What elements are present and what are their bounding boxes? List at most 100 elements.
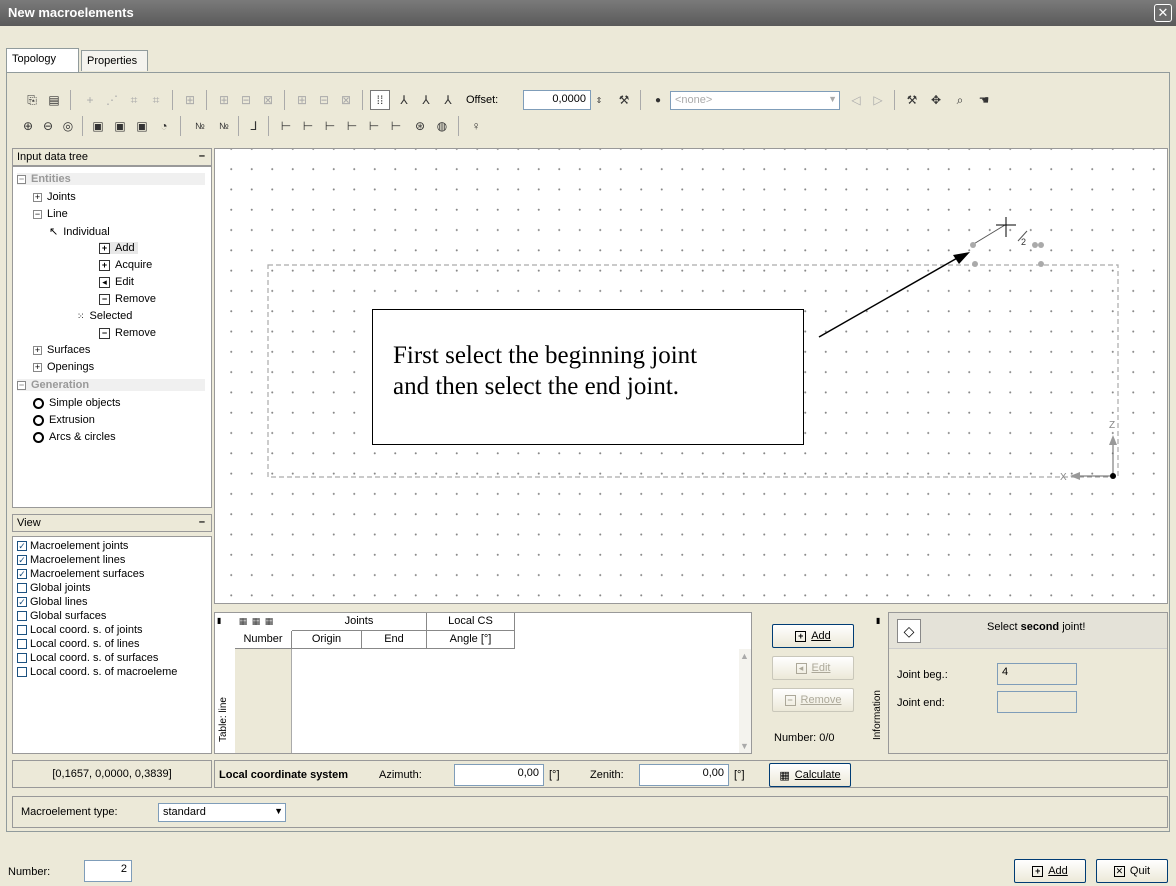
tree-item-acquire[interactable]: + Acquire	[99, 259, 152, 271]
tree-item-simple-objects[interactable]: Simple objects	[33, 397, 121, 409]
joint-point[interactable]	[970, 242, 976, 248]
table-remove-button[interactable]: − Remove	[772, 688, 854, 712]
checkbox-icon[interactable]	[17, 625, 27, 635]
view-3d-icon[interactable]: ⊛	[410, 116, 430, 136]
pick-icon[interactable]: ⚒	[614, 90, 634, 110]
prev-icon[interactable]: ◁	[846, 90, 866, 110]
checkbox-icon[interactable]	[17, 667, 27, 677]
azimuth-field[interactable]: 0,00	[454, 764, 544, 786]
checkbox-checked-icon[interactable]: ✓	[17, 541, 27, 551]
column-header-number[interactable]: Number	[235, 631, 292, 649]
tree-item-surfaces[interactable]: + Surfaces	[33, 344, 90, 356]
select-remove-icon[interactable]: ⊟	[314, 90, 334, 110]
view-option[interactable]: Local coord. s. of joints	[17, 624, 143, 636]
add-line-icon[interactable]: ⋰	[102, 90, 122, 110]
add-button[interactable]: + Add	[1014, 859, 1086, 883]
offset-field[interactable]: 0,0000	[523, 90, 591, 110]
paste-icon[interactable]: ▤	[44, 90, 64, 110]
checkbox-icon[interactable]	[17, 639, 27, 649]
number-field[interactable]: 2	[84, 860, 132, 882]
joint-beg-field[interactable]: 4	[997, 663, 1077, 685]
next-icon[interactable]: ▷	[868, 90, 888, 110]
pick-2-icon[interactable]: ⚒	[902, 90, 922, 110]
joint-end-field[interactable]	[997, 691, 1077, 713]
joint-point[interactable]	[972, 261, 978, 267]
joint-point[interactable]	[1038, 242, 1044, 248]
snap-axes-icon[interactable]: ⅄	[394, 90, 414, 110]
table-edit-button[interactable]: ◂ Edit	[772, 656, 854, 680]
view-option[interactable]: Local coord. s. of lines	[17, 638, 139, 650]
zoom-in-icon[interactable]: ⊕	[18, 116, 38, 136]
scroll-up-icon[interactable]: ▲	[740, 651, 749, 661]
tree-item-joints[interactable]: + Joints	[33, 191, 76, 203]
numbering-icon[interactable]: №	[190, 116, 210, 136]
snap-axes-3-icon[interactable]: ⅄	[438, 90, 458, 110]
zoom-out-icon[interactable]: ⊖	[38, 116, 58, 136]
tree-item-remove-selected[interactable]: − Remove	[99, 327, 156, 339]
calculate-button[interactable]: ▦ Calculate	[769, 763, 851, 787]
view-xz-icon[interactable]: ⊢	[298, 116, 318, 136]
view-option[interactable]: Local coord. s. of macroeleme	[17, 666, 177, 678]
tab-properties[interactable]: Properties	[81, 50, 148, 71]
column-header-end[interactable]: End	[362, 631, 427, 649]
checkbox-checked-icon[interactable]: ✓	[17, 555, 27, 565]
lightbulb-icon[interactable]: ♀	[466, 116, 486, 136]
numbering-2-icon[interactable]: №	[214, 116, 234, 136]
view-option[interactable]: ✓ Macroelement lines	[17, 554, 125, 566]
move-icon[interactable]: ✥	[926, 90, 946, 110]
view-option[interactable]: Global surfaces	[17, 610, 106, 622]
joint-point[interactable]	[1032, 242, 1038, 248]
zoom-select-icon[interactable]: ⌕	[950, 90, 970, 110]
tree-item-add[interactable]: + Add	[99, 242, 138, 254]
scroll-down-icon[interactable]: ▼	[740, 741, 749, 751]
tree-item-openings[interactable]: + Openings	[33, 361, 94, 373]
table-tool-3-icon[interactable]: ▦	[263, 614, 275, 628]
grip-icon[interactable]: ▮	[876, 616, 880, 625]
table-add-button[interactable]: + Add	[772, 624, 854, 648]
tab-topology[interactable]: Topology	[6, 48, 79, 72]
view-option[interactable]: Global joints	[17, 582, 91, 594]
table-remove-icon[interactable]: ⊟	[236, 90, 256, 110]
expand-icon[interactable]: +	[33, 192, 42, 202]
checkbox-checked-icon[interactable]: ✓	[17, 569, 27, 579]
checkbox-icon[interactable]	[17, 653, 27, 663]
table-add-icon[interactable]: ⊞	[214, 90, 234, 110]
tree-item-arcs-circles[interactable]: Arcs & circles	[33, 431, 116, 443]
add-joint-icon[interactable]: +	[80, 90, 100, 110]
layer-select[interactable]: <none> ▼	[670, 91, 840, 110]
select-all-icon[interactable]: ⊠	[336, 90, 356, 110]
snap-grid-icon[interactable]: ⁞⁞	[370, 90, 390, 110]
zoom-all-icon[interactable]: ▣	[110, 116, 130, 136]
view-xy-icon[interactable]: ⊢	[276, 116, 296, 136]
table-edit-icon[interactable]: ⊠	[258, 90, 278, 110]
checkbox-checked-icon[interactable]: ✓	[17, 597, 27, 607]
tree-item-edit[interactable]: ◂ Edit	[99, 276, 134, 288]
zenith-field[interactable]: 0,00	[639, 764, 729, 786]
zoom-fit-icon[interactable]: ▣	[132, 116, 152, 136]
offset-spinner-icon[interactable]: ⇕	[593, 90, 605, 110]
table-tool-1-icon[interactable]: ▦	[237, 614, 249, 628]
zoom-extent-icon[interactable]: ▣	[88, 116, 108, 136]
add-opening-icon[interactable]: ⌗	[146, 90, 166, 110]
tree-item-line[interactable]: − Line	[33, 208, 68, 220]
view-zy-icon[interactable]: ⊢	[386, 116, 406, 136]
tree-section-generation[interactable]: − Generation	[17, 379, 205, 391]
collapse-icon[interactable]: −	[17, 174, 26, 184]
tree-item-individual[interactable]: ↖ Individual	[49, 225, 110, 239]
view-yz-icon[interactable]: ⊢	[320, 116, 340, 136]
column-header-angle[interactable]: Angle [°]	[427, 631, 515, 649]
vertical-scrollbar[interactable]: ▲ ▼	[739, 649, 751, 753]
view-option[interactable]: ✓ Global lines	[17, 596, 87, 608]
zoom-previous-icon[interactable]: ◔	[154, 116, 174, 136]
tree-section-entities[interactable]: − Entities	[17, 173, 205, 185]
view-option[interactable]: ✓ Macroelement joints	[17, 540, 128, 552]
add-surface-icon[interactable]: ⌗	[124, 90, 144, 110]
joint-point[interactable]	[1038, 261, 1044, 267]
split-icon[interactable]: ⊞	[180, 90, 200, 110]
macroelement-type-select[interactable]: standard ▼	[158, 803, 286, 822]
close-button[interactable]: ✕	[1154, 4, 1172, 22]
copy-icon[interactable]: ⎘	[22, 90, 42, 110]
view-zx-icon[interactable]: ⊢	[364, 116, 384, 136]
pan-hand-icon[interactable]: ☚	[974, 90, 994, 110]
tree-item-remove[interactable]: − Remove	[99, 293, 156, 305]
